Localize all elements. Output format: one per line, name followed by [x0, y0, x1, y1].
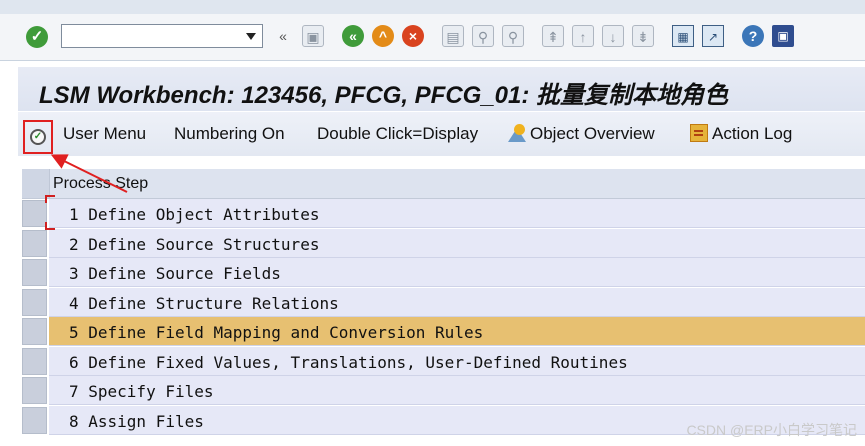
watermark: CSDN @ERP小白学习笔记	[686, 422, 857, 438]
annotation-arrow	[50, 154, 128, 193]
